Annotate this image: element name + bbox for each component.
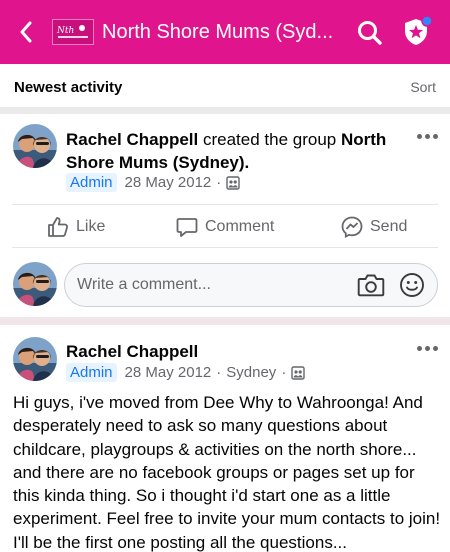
post-body-text: Hi guys, i've moved from Dee Why to Wahr… [13,393,441,552]
comment-icon [176,218,198,237]
admin-badge[interactable]: Admin [66,173,117,192]
back-button[interactable] [0,0,52,64]
author-name[interactable]: Rachel Chappell [66,342,198,362]
avatar[interactable] [13,124,57,168]
avatar-photo [13,337,57,381]
post-date[interactable]: 28 May 2012 [125,174,212,191]
activity-bar: Newest activity Sort [0,64,450,110]
send-label: Send [370,218,408,235]
more-options-icon[interactable] [412,343,442,353]
author-name[interactable]: Rachel Chappell [66,130,198,149]
action-divider [12,247,438,248]
comment-button[interactable]: Comment [175,215,274,239]
post-meta: Admin 28 May 2012 · [66,173,240,192]
like-button[interactable]: Like [46,215,105,239]
avatar-photo [13,262,57,306]
more-options-icon[interactable] [412,131,442,141]
commenter-avatar [13,262,57,306]
group-privacy-icon [226,175,240,190]
avatar[interactable] [13,337,57,381]
send-icon [341,216,363,238]
like-label: Like [76,218,106,235]
admin-badge[interactable]: Admin [66,363,117,382]
back-chevron-icon [20,21,32,43]
group-logo-image: Nth [56,25,88,38]
section-divider [0,317,450,325]
action-text: created the group [198,130,341,149]
camera-icon[interactable] [357,272,385,298]
meta-separator: · [216,364,222,381]
sort-button[interactable]: Sort [410,79,436,95]
comment-input[interactable]: Write a comment... [64,263,438,307]
post-location[interactable]: Sydney [226,364,276,381]
svg-text:Nth: Nth [56,26,74,36]
meta-separator: · [281,364,287,381]
meta-separator: · [216,174,222,191]
comment-label: Comment [205,218,275,235]
post-date[interactable]: 28 May 2012 [125,364,212,381]
top-app-bar: Nth North Shore Mums (Syd... [0,0,450,64]
emoji-icon[interactable] [399,272,425,298]
post-header-text: Rachel Chappell created the group North … [66,128,406,174]
search-icon[interactable] [355,18,385,48]
admin-shield-icon[interactable] [398,14,434,50]
send-button[interactable]: Send [340,215,407,239]
group-title[interactable]: North Shore Mums (Syd... [102,21,352,44]
avatar-photo [13,124,57,168]
action-divider [12,204,438,205]
like-icon [48,217,69,237]
group-privacy-icon [291,365,306,380]
activity-title: Newest activity [14,78,123,96]
section-divider [0,107,450,114]
comment-placeholder: Write a comment... [77,276,211,293]
post-meta: Admin 28 May 2012 · Sydney · [66,363,306,382]
group-logo[interactable]: Nth [52,19,94,45]
